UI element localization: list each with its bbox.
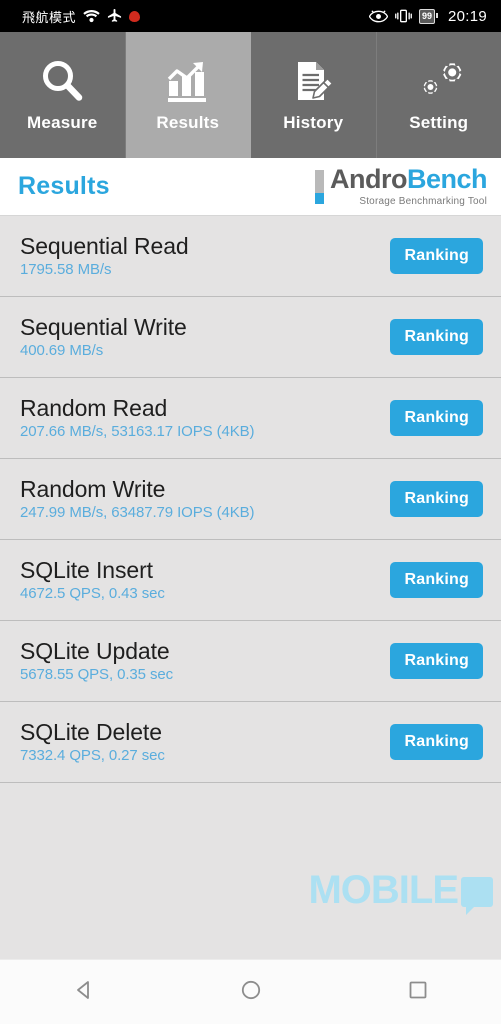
ranking-button[interactable]: Ranking (390, 724, 483, 760)
status-bar-left: 飛航模式 (22, 7, 141, 26)
logo-tagline: Storage Benchmarking Tool (359, 196, 487, 207)
logo-wordmark: AndroBench (329, 164, 488, 194)
result-value: 4672.5 QPS, 0.43 sec (20, 585, 165, 603)
recents-button[interactable] (388, 968, 448, 1016)
wifi-icon (83, 9, 100, 23)
table-row[interactable]: SQLite Delete 7332.4 QPS, 0.27 sec Ranki… (0, 702, 501, 783)
table-row[interactable]: SQLite Insert 4672.5 QPS, 0.43 sec Ranki… (0, 540, 501, 621)
result-value: 5678.55 QPS, 0.35 sec (20, 666, 174, 684)
results-list: Sequential Read 1795.58 MB/s Ranking Seq… (0, 216, 501, 959)
table-row[interactable]: SQLite Update 5678.55 QPS, 0.35 sec Rank… (0, 621, 501, 702)
recents-square-icon (406, 978, 430, 1007)
back-triangle-icon (72, 978, 96, 1007)
ranking-button[interactable]: Ranking (390, 643, 483, 679)
tab-setting[interactable]: Setting (376, 32, 501, 158)
tab-measure-label: Measure (27, 113, 98, 132)
android-nav-bar (0, 959, 501, 1024)
tab-history[interactable]: History (251, 32, 377, 158)
battery-level: 99 (421, 10, 432, 21)
status-bar-right: 99 20:19 (368, 7, 487, 25)
ranking-button[interactable]: Ranking (390, 481, 483, 517)
result-title: SQLite Update (20, 637, 170, 664)
row-texts: Random Write 247.99 MB/s, 63487.79 IOPS … (20, 475, 255, 522)
result-title: Sequential Read (20, 232, 189, 259)
battery-indicator: 99 (418, 8, 438, 24)
eye-comfort-icon (368, 9, 388, 23)
ranking-button[interactable]: Ranking (390, 319, 483, 355)
result-title: Random Read (20, 394, 168, 421)
magnifier-icon (39, 57, 85, 107)
bar-chart-icon (165, 57, 211, 107)
row-texts: SQLite Insert 4672.5 QPS, 0.43 sec (20, 558, 165, 602)
androbench-logo: AndroBench Storage Benchmarking Tool (314, 164, 488, 208)
mobile-watermark: MOBILE (308, 868, 493, 915)
phone-screen: 飛航模式 99 20:19 Measure Results History Se… (0, 0, 501, 1024)
tab-setting-label: Setting (409, 113, 469, 132)
tab-bar: Measure Results History Setting (0, 32, 501, 158)
logo-word-andro: Andro (329, 164, 407, 194)
airplane-mode-label: 飛航模式 (22, 10, 77, 26)
back-button[interactable] (54, 968, 114, 1016)
row-texts: Random Read 207.66 MB/s, 53163.17 IOPS (… (20, 394, 255, 441)
ranking-button[interactable]: Ranking (390, 562, 483, 598)
ranking-button[interactable]: Ranking (390, 400, 483, 436)
tab-results[interactable]: Results (125, 32, 251, 158)
status-bar: 飛航模式 99 20:19 (0, 0, 501, 32)
result-title: SQLite Insert (20, 556, 153, 583)
logo-text: AndroBench Storage Benchmarking Tool (329, 164, 488, 208)
speech-bubble-icon (461, 877, 493, 915)
document-pencil-icon (290, 57, 336, 107)
gears-icon (416, 57, 462, 107)
clock: 20:19 (447, 7, 487, 25)
ranking-button[interactable]: Ranking (390, 238, 483, 274)
home-circle-icon (239, 978, 263, 1007)
table-row[interactable]: Random Write 247.99 MB/s, 63487.79 IOPS … (0, 459, 501, 540)
home-button[interactable] (221, 968, 281, 1016)
table-row[interactable]: Sequential Write 400.69 MB/s Ranking (0, 297, 501, 378)
watermark-text: MOBILE (308, 868, 459, 912)
result-value: 1795.58 MB/s (20, 261, 112, 279)
row-texts: Sequential Write 400.69 MB/s (20, 315, 187, 359)
result-value: 247.99 MB/s, 63487.79 IOPS (4KB) (20, 504, 255, 522)
airplane-icon (107, 8, 122, 24)
result-value: 207.66 MB/s, 53163.17 IOPS (4KB) (20, 423, 255, 441)
page-header: Results AndroBench Storage Benchmarking … (0, 158, 501, 216)
logo-word-bench: Bench (406, 164, 488, 194)
row-texts: Sequential Read 1795.58 MB/s (20, 234, 189, 278)
table-row[interactable]: Sequential Read 1795.58 MB/s Ranking (0, 216, 501, 297)
result-title: Random Write (20, 475, 166, 502)
tab-results-label: Results (156, 113, 220, 132)
row-texts: SQLite Delete 7332.4 QPS, 0.27 sec (20, 720, 165, 764)
result-value: 400.69 MB/s (20, 342, 104, 360)
table-row[interactable]: Random Read 207.66 MB/s, 53163.17 IOPS (… (0, 378, 501, 459)
red-dot-icon (129, 10, 141, 22)
logo-bar-mark (314, 169, 324, 204)
tab-measure[interactable]: Measure (0, 32, 126, 158)
tab-history-label: History (283, 113, 344, 132)
result-value: 7332.4 QPS, 0.27 sec (20, 747, 165, 765)
result-title: SQLite Delete (20, 718, 162, 745)
page-title: Results (18, 172, 110, 200)
row-texts: SQLite Update 5678.55 QPS, 0.35 sec (20, 639, 173, 683)
result-title: Sequential Write (20, 313, 187, 340)
vibrate-icon (395, 9, 412, 23)
